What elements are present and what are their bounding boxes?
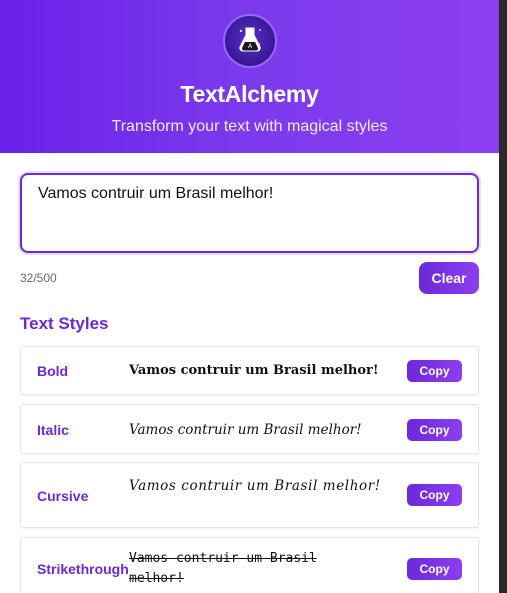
style-name: Bold — [37, 363, 69, 379]
style-name: Cursive — [37, 488, 89, 504]
app-window: A TextAlchemy Transform your text with m… — [0, 0, 499, 593]
copy-button[interactable]: Copy — [407, 484, 462, 506]
clear-button[interactable]: Clear — [419, 262, 479, 294]
section-title-text-styles: Text Styles — [20, 314, 109, 333]
copy-button[interactable]: Copy — [407, 419, 462, 441]
style-card-cursive: Cursive Vamos contruir um Brasil melhor!… — [20, 462, 479, 528]
style-preview: Vamos contruir um Brasil melhor! — [129, 478, 381, 494]
scrollbar[interactable] — [499, 0, 507, 593]
logo: A — [222, 14, 277, 68]
style-card-strikethrough: Strikethrough Vamos contruir um Brasil m… — [20, 537, 479, 593]
style-name: Strikethrough — [37, 561, 129, 577]
style-card-bold: Bold Vamos contruir um Brasil melhor! Co… — [20, 346, 479, 395]
style-preview: Vamos contruir um Brasil melhor! — [129, 551, 317, 586]
copy-button[interactable]: Copy — [407, 360, 462, 382]
style-preview: Vamos contruir um Brasil melhor! — [129, 363, 379, 378]
app-subtitle: Transform your text with magical styles — [111, 118, 388, 135]
style-preview: Vamos contruir um Brasil melhor! — [129, 422, 362, 438]
style-card-italic: Italic Vamos contruir um Brasil melhor! … — [20, 404, 479, 454]
app-header: A TextAlchemy Transform your text with m… — [0, 0, 499, 153]
copy-button[interactable]: Copy — [407, 558, 462, 580]
text-input[interactable] — [20, 173, 479, 253]
style-name: Italic — [37, 422, 69, 438]
app-title: TextAlchemy — [180, 81, 319, 107]
character-count: 32/500 — [20, 271, 57, 285]
alchemy-flask-icon: A — [233, 22, 267, 61]
